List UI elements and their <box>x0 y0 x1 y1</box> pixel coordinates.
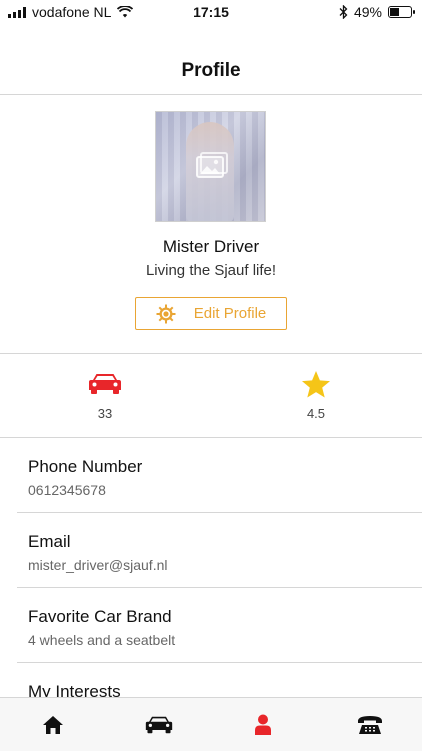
stat-rating: 4.5 <box>266 368 366 421</box>
tab-contact[interactable] <box>355 710 385 740</box>
image-placeholder-icon <box>196 152 228 178</box>
edit-profile-button[interactable]: Edit Profile <box>135 297 287 330</box>
phone-label: Phone Number <box>28 457 143 476</box>
star-icon <box>302 370 330 397</box>
rides-count: 33 <box>97 406 113 421</box>
tab-rides[interactable] <box>144 710 174 740</box>
telephone-icon <box>358 716 382 734</box>
status-bar: vodafone NL 17:15 49% <box>0 0 422 26</box>
stat-rides: 33 <box>55 368 155 421</box>
person-icon <box>255 714 271 735</box>
battery-fill <box>390 8 399 16</box>
edit-profile-label: Edit Profile <box>193 305 267 322</box>
rating-value: 4.5 <box>306 406 326 421</box>
email-value: mister_driver@sjauf.nl <box>28 557 168 573</box>
battery-percent: 49% <box>353 4 382 20</box>
gear-icon <box>156 304 176 323</box>
phone-value: 0612345678 <box>28 482 106 498</box>
detail-row-phone[interactable]: Phone Number 0612345678 <box>17 438 422 513</box>
email-label: Email <box>28 532 71 551</box>
car-brand-value: 4 wheels and a seatbelt <box>28 632 176 648</box>
car-brand-label: Favorite Car Brand <box>28 607 172 626</box>
car-icon <box>89 374 121 394</box>
tab-home[interactable] <box>38 710 68 740</box>
home-icon <box>43 716 63 734</box>
tab-profile[interactable] <box>248 710 278 740</box>
detail-row-email[interactable]: Email mister_driver@sjauf.nl <box>17 513 422 588</box>
divider <box>0 353 422 354</box>
car-icon <box>145 716 173 734</box>
detail-row-car-brand[interactable]: Favorite Car Brand 4 wheels and a seatbe… <box>17 588 422 663</box>
profile-name: Mister Driver <box>162 237 260 256</box>
page-title: Profile <box>181 60 241 81</box>
navigation-bar: Profile <box>0 26 422 95</box>
battery-icon <box>388 6 415 18</box>
tab-bar <box>0 697 422 751</box>
profile-tagline: Living the Sjauf life! <box>145 262 277 279</box>
bluetooth-icon <box>339 5 348 19</box>
avatar[interactable] <box>155 111 266 222</box>
